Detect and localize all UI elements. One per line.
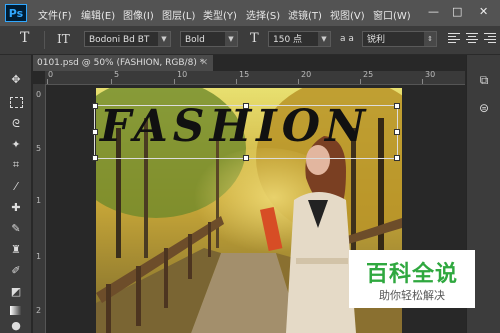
menu-edit[interactable]: 编辑(E): [81, 7, 115, 22]
align-right-icon[interactable]: [484, 33, 496, 45]
ruler-label: 5: [36, 144, 42, 153]
ruler-label: 20: [301, 70, 312, 79]
history-brush-tool-icon[interactable]: ✐: [8, 264, 24, 278]
ruler-label: 1: [36, 252, 42, 261]
close-tab-icon[interactable]: ✕: [200, 55, 208, 71]
gradient-tool-icon[interactable]: [8, 304, 24, 318]
menu-layer[interactable]: 图层(L): [162, 7, 195, 22]
eraser-tool-icon[interactable]: ◩: [8, 285, 24, 299]
menu-select[interactable]: 选择(S): [246, 7, 280, 22]
chevron-down-icon: ▼: [158, 32, 170, 46]
options-bar: T IT Bodoni Bd BT ▼ Bold ▼ T 150 点 ▼ a a…: [0, 26, 500, 55]
healing-brush-tool-icon[interactable]: ✚: [8, 201, 24, 215]
lasso-tool-icon[interactable]: ᘓ: [8, 117, 24, 131]
transform-handle[interactable]: [243, 155, 249, 161]
ruler-label: 25: [363, 70, 374, 79]
divider: [44, 31, 45, 49]
font-style-value: Bold: [185, 35, 205, 45]
type-tool-icon[interactable]: T: [20, 30, 29, 46]
align-left-icon[interactable]: [448, 33, 460, 45]
properties-panel-icon[interactable]: ⊜: [476, 101, 492, 117]
marquee-tool-icon[interactable]: [8, 95, 24, 109]
photoshop-logo: Ps: [5, 4, 27, 22]
chevron-updown-icon: ⇕: [424, 32, 436, 46]
ruler-label: 15: [239, 70, 250, 79]
menu-type[interactable]: 类型(Y): [203, 7, 237, 22]
watermark-title: 百科全说: [365, 262, 458, 287]
document-tab[interactable]: 0101.psd @ 50% (FASHION, RGB/8) * ✕: [33, 55, 213, 71]
ruler-label: 10: [177, 70, 188, 79]
menu-view[interactable]: 视图(V): [330, 7, 365, 22]
menu-file[interactable]: 文件(F): [38, 7, 72, 22]
font-family-select[interactable]: Bodoni Bd BT ▼: [84, 31, 171, 47]
font-size-icon: T: [250, 31, 259, 46]
menu-bar: Ps 文件(F) 编辑(E) 图像(I) 图层(L) 类型(Y) 选择(S) 滤…: [0, 0, 500, 26]
transform-handle[interactable]: [394, 103, 400, 109]
transform-handle[interactable]: [92, 129, 98, 135]
chevron-down-icon: ▼: [225, 32, 237, 46]
minimize-button[interactable]: —: [428, 5, 439, 18]
transform-handle[interactable]: [92, 155, 98, 161]
ruler-label: 0: [48, 70, 54, 79]
move-tool-icon[interactable]: ✥: [8, 73, 24, 87]
font-size-value: 150 点: [273, 35, 303, 45]
chevron-down-icon: ▼: [318, 32, 330, 46]
text-orientation-icon[interactable]: IT: [57, 32, 70, 46]
magic-wand-tool-icon[interactable]: ✦: [8, 138, 24, 152]
ruler-label: 0: [36, 90, 42, 99]
font-style-select[interactable]: Bold ▼: [180, 31, 238, 47]
align-center-icon[interactable]: [466, 33, 478, 45]
menu-window[interactable]: 窗口(W): [373, 7, 411, 22]
ruler-tick: [111, 79, 112, 84]
text-bounding-box[interactable]: [92, 103, 400, 161]
ruler-tick: [298, 79, 299, 84]
menu-image[interactable]: 图像(I): [123, 7, 154, 22]
close-button[interactable]: ✕: [479, 5, 488, 18]
antialias-select[interactable]: 锐利 ⇕: [362, 31, 437, 47]
ruler-tick: [174, 79, 175, 84]
ruler-label: 30: [425, 70, 436, 79]
antialias-icon: a a: [340, 34, 354, 44]
font-size-select[interactable]: 150 点 ▼: [268, 31, 331, 47]
ruler-label: 5: [114, 70, 120, 79]
transform-handle[interactable]: [92, 103, 98, 109]
vertical-ruler: 0 5 1 1 2: [33, 84, 46, 333]
horizontal-ruler: 0 5 10 15 20 25 30: [45, 70, 465, 85]
ruler-label: 1: [36, 196, 42, 205]
document-tab-title: 0101.psd @ 50% (FASHION, RGB/8) *: [37, 58, 205, 68]
font-family-value: Bodoni Bd BT: [89, 35, 150, 45]
maximize-button[interactable]: □: [452, 5, 462, 18]
stamp-tool-icon[interactable]: ♜: [8, 243, 24, 257]
ruler-tick: [236, 79, 237, 84]
brush-tool-icon[interactable]: ✎: [8, 222, 24, 236]
transform-handle[interactable]: [394, 129, 400, 135]
crop-tool-icon[interactable]: ⌗: [8, 158, 24, 172]
ruler-tick: [360, 79, 361, 84]
ruler-tick: [422, 79, 423, 84]
history-panel-icon[interactable]: ⧉: [476, 73, 492, 89]
tools-panel: ✥ ᘓ ✦ ⌗ ⁄ ✚ ✎ ♜ ✐ ◩ ●: [0, 55, 31, 333]
ruler-label: 2: [36, 306, 42, 315]
transform-handle[interactable]: [394, 155, 400, 161]
blur-tool-icon[interactable]: ●: [8, 319, 24, 333]
eyedropper-tool-icon[interactable]: ⁄: [8, 180, 24, 194]
menu-filter[interactable]: 滤镜(T): [288, 7, 322, 22]
ruler-tick: [47, 79, 48, 84]
watermark-logo: 百科全说 助你轻松解决: [349, 250, 475, 308]
transform-handle[interactable]: [243, 103, 249, 109]
watermark-subtitle: 助你轻松解决: [379, 289, 445, 302]
antialias-value: 锐利: [367, 35, 386, 45]
